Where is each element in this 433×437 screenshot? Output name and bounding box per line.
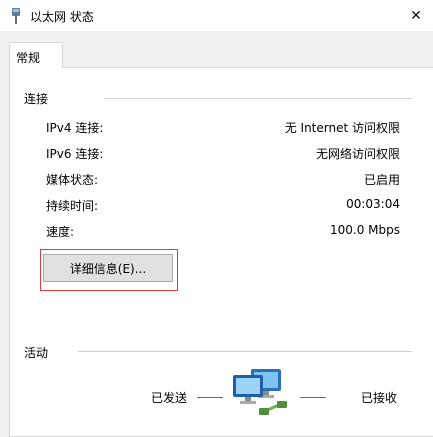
tab-general-label: 常规: [16, 51, 41, 65]
received-dash: [300, 397, 326, 398]
ipv6-value: 无网络访问权限: [315, 147, 400, 161]
details-button-label: 详细信息(E)...: [69, 261, 147, 276]
tab-general[interactable]: 常规: [9, 42, 63, 68]
close-icon: ✕: [410, 7, 422, 24]
media-state-label: 媒体状态:: [46, 173, 99, 187]
ipv4-label: IPv4 连接:: [46, 121, 104, 135]
connection-section-label: 连接: [24, 92, 49, 106]
speed-label: 速度:: [46, 225, 75, 239]
window-title: 以太网 状态: [30, 10, 94, 24]
ipv4-value: 无 Internet 访问权限: [284, 121, 400, 135]
connection-divider: [104, 98, 412, 99]
ethernet-icon: [12, 8, 20, 24]
speed-value: 100.0 Mbps: [329, 223, 400, 237]
received-label: 已接收: [361, 391, 398, 405]
duration-label: 持续时间:: [46, 199, 99, 213]
sent-dash: [197, 397, 223, 398]
ipv6-label: IPv6 连接:: [46, 147, 104, 161]
activity-divider: [78, 351, 412, 352]
sent-label: 已发送: [151, 391, 188, 405]
close-button[interactable]: ✕: [399, 0, 433, 31]
details-button[interactable]: 详细信息(E)...: [43, 254, 173, 282]
duration-value: 00:03:04: [346, 197, 400, 211]
network-computers-icon: [233, 369, 287, 415]
title-bar: 以太网 状态 ✕: [0, 0, 433, 31]
activity-section-label: 活动: [24, 346, 49, 360]
media-state-value: 已启用: [363, 173, 400, 187]
